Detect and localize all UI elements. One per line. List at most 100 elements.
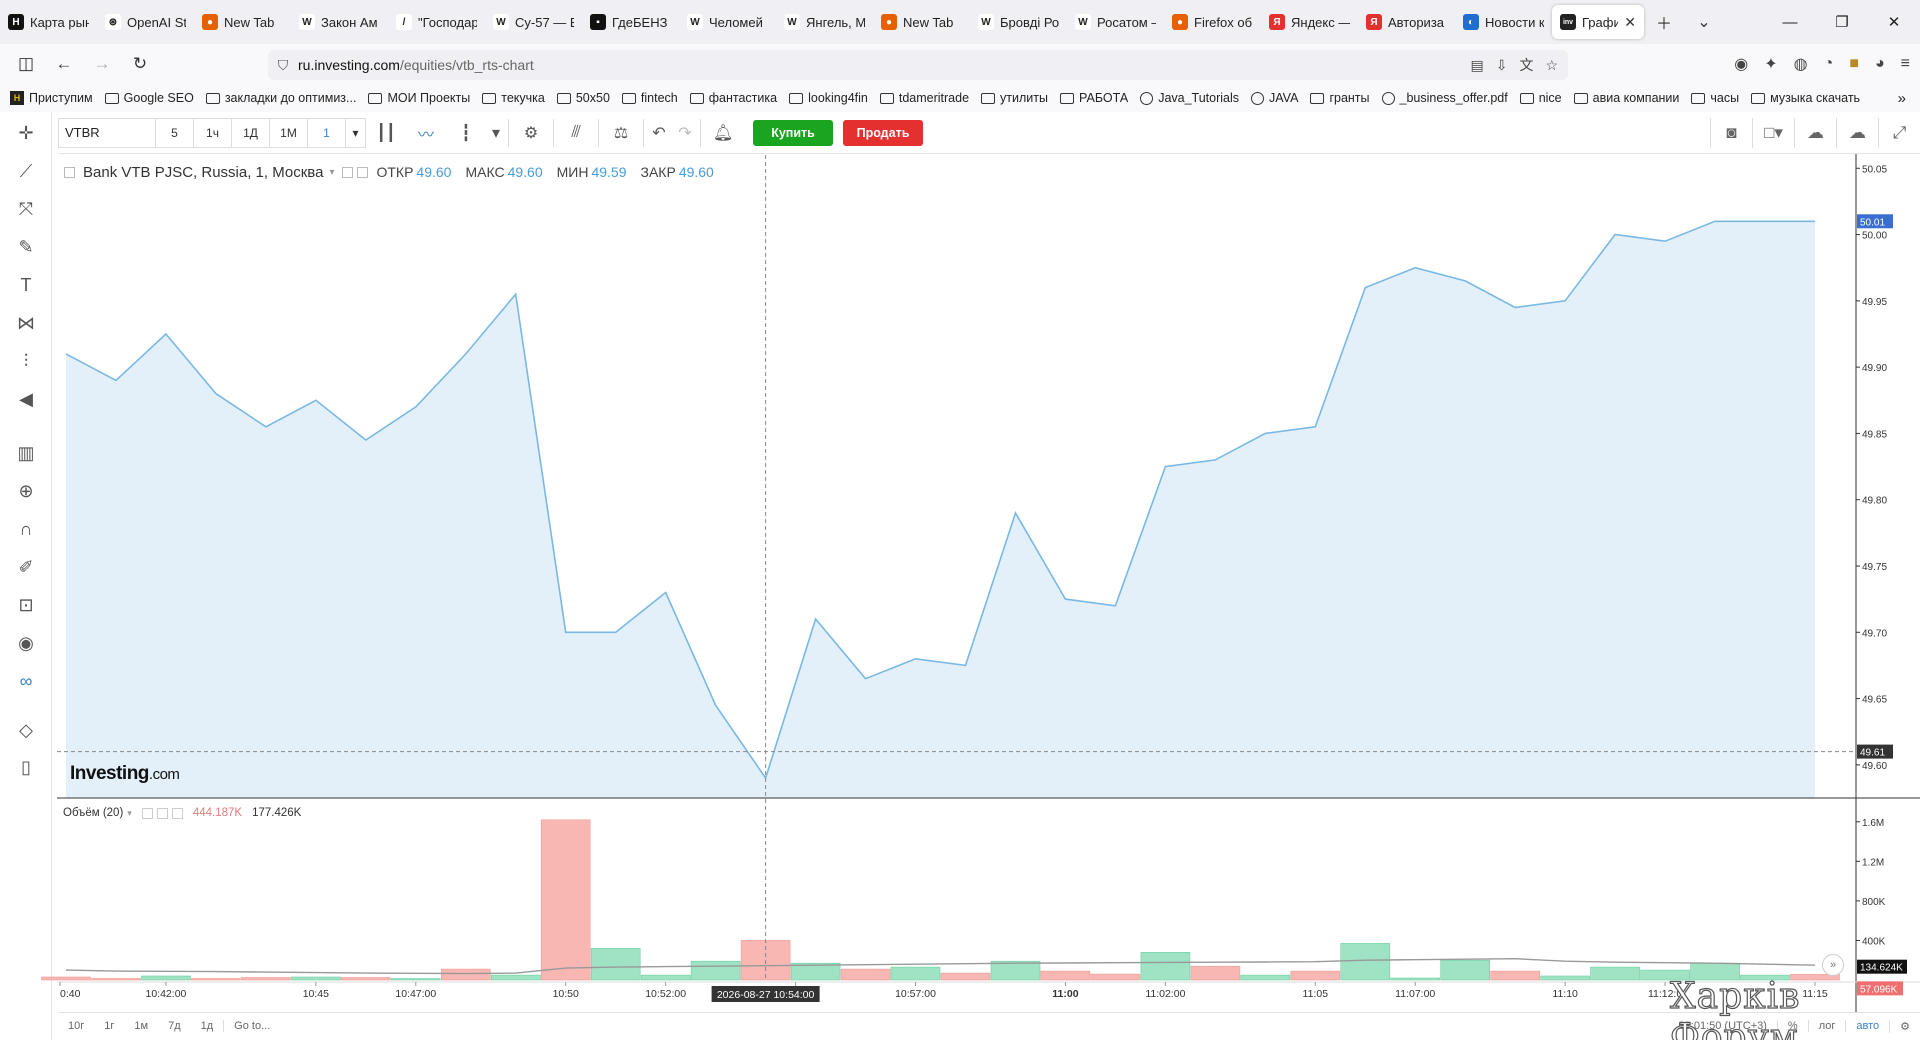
legend-hide-icon[interactable] xyxy=(357,166,369,178)
bookmark-item[interactable]: tdameritrade xyxy=(879,91,969,105)
bookmark-item[interactable]: looking4fin xyxy=(789,91,868,105)
browser-tab[interactable]: ⊛ OpenAI St xyxy=(97,5,194,39)
volume-value-1: 444.187K xyxy=(192,807,243,819)
volume-close-icon[interactable] xyxy=(171,807,183,819)
bookmark-item[interactable]: текучка xyxy=(482,91,545,105)
bookmark-star-icon[interactable]: ☆ xyxy=(1545,57,1558,74)
browser-tab[interactable]: ◐ Новости к xyxy=(1455,5,1552,39)
time-tick-label: 11:10 xyxy=(1552,988,1578,1000)
browser-tab[interactable]: ● New Tab xyxy=(194,5,291,39)
globe-icon xyxy=(1251,91,1265,105)
volume-settings-icon[interactable] xyxy=(156,807,168,819)
tab-label: Челомей xyxy=(709,14,763,30)
bookmark-item[interactable]: РАБОТА xyxy=(1060,91,1128,105)
account-icon[interactable]: ◉ xyxy=(1734,54,1748,74)
tab-favicon-icon: W xyxy=(493,14,509,30)
restore-icon[interactable]: ❐ xyxy=(1816,0,1868,44)
bookmark-item[interactable]: фантастика xyxy=(689,91,777,105)
collapse-legend-icon[interactable] xyxy=(64,166,75,178)
crosshair-volume-label: 134.624K xyxy=(1860,963,1903,974)
browser-tab[interactable]: W Челомей xyxy=(679,5,776,39)
volume-tick-label: 800K xyxy=(1862,897,1886,908)
bookmark-item[interactable]: 50x50 xyxy=(556,91,610,105)
volume-eye-icon[interactable] xyxy=(141,807,153,819)
bookmark-item[interactable]: утилиты xyxy=(981,91,1048,105)
extension-pie-icon[interactable]: ◔ xyxy=(1824,55,1834,73)
app-icon: H xyxy=(10,91,24,105)
bookmark-item[interactable]: _business_offer.pdf xyxy=(1381,91,1508,105)
bookmark-label: РАБОТА xyxy=(1079,91,1129,105)
extension-round-icon[interactable]: ◕ xyxy=(1875,55,1885,73)
browser-tab[interactable]: W Росатом – xyxy=(1067,5,1164,39)
volume-bar xyxy=(1290,970,1341,981)
extension-box-icon[interactable]: ■ xyxy=(1849,55,1859,73)
time-tick-label: 10:45 xyxy=(303,988,329,1000)
range-button[interactable]: 7д xyxy=(158,1020,191,1032)
more-bookmarks-chevron-icon[interactable]: » xyxy=(1898,90,1906,107)
tab-favicon-icon: ◐ xyxy=(1463,14,1479,30)
goto-button[interactable]: Go to... xyxy=(223,1019,280,1032)
bookmark-item[interactable]: Java_Tutorials xyxy=(1140,91,1239,105)
close-window-icon[interactable]: ✕ xyxy=(1868,0,1920,44)
bookmark-item[interactable]: музыка скачать xyxy=(1751,91,1860,105)
high-label: МАКС xyxy=(465,164,505,180)
active-tab[interactable]: inv График ✕ xyxy=(1552,5,1644,39)
volume-dropdown-icon[interactable]: ▾ xyxy=(127,808,132,819)
browser-tab[interactable]: Я Авториза xyxy=(1358,5,1455,39)
bookmark-item[interactable]: H Приступим xyxy=(10,91,93,105)
address-bar[interactable]: ⛉ ru.investing.com/equities/vtb_rts-char… xyxy=(268,50,1568,80)
legend-settings-icon[interactable] xyxy=(342,166,354,178)
browser-tab[interactable]: Я Яндекс — xyxy=(1261,5,1358,39)
address-bar-actions: ▤ ⇩ 文 ☆ xyxy=(1470,50,1558,80)
time-tick-label: 10:47:00 xyxy=(395,988,436,1000)
save-page-icon[interactable]: ⇩ xyxy=(1496,57,1508,74)
extensions-icon[interactable]: ✦ xyxy=(1764,54,1777,74)
bookmark-item[interactable]: закладки до оптимиз... xyxy=(205,91,356,105)
bookmark-item[interactable]: nice xyxy=(1519,91,1562,105)
bookmark-item[interactable]: JAVA xyxy=(1251,91,1298,105)
minimize-icon[interactable]: — xyxy=(1764,0,1816,44)
sidebar-toggle-icon[interactable]: ◫ xyxy=(8,48,44,80)
bookmark-item[interactable]: часы xyxy=(1691,91,1739,105)
reader-view-icon[interactable]: ▤ xyxy=(1470,57,1483,74)
browser-tab[interactable]: W Бровді Ро xyxy=(970,5,1067,39)
volume-bar xyxy=(1590,966,1640,981)
active-tab-label: График xyxy=(1582,14,1619,30)
bookmark-item[interactable]: Google SEO xyxy=(104,91,194,105)
new-tab-button[interactable]: ＋ xyxy=(1644,5,1684,39)
tab-label: Росатом – xyxy=(1097,14,1156,30)
range-button[interactable]: 1д xyxy=(191,1020,224,1032)
back-arrow-icon[interactable]: ← xyxy=(46,48,82,80)
browser-tab[interactable]: W Янгель, М xyxy=(776,5,873,39)
translate-icon[interactable]: 文 xyxy=(1519,55,1533,75)
reload-icon[interactable]: ↻ xyxy=(122,48,158,80)
range-button[interactable]: 1м xyxy=(124,1020,158,1032)
bookmark-item[interactable]: авиа компании xyxy=(1573,91,1679,105)
bookmark-item[interactable]: МОИ Проекты xyxy=(368,91,470,105)
range-button[interactable]: 10г xyxy=(58,1020,94,1032)
price-chart[interactable]: 50.05 50.00 49.95 49.90 49.85 49.80 49.75 49.70… xyxy=(0,112,1920,1040)
forward-arrow-icon[interactable]: → xyxy=(84,48,120,80)
tab-favicon-icon: W xyxy=(687,14,703,30)
menu-icon[interactable]: ≡ xyxy=(1901,55,1910,73)
bookmark-item[interactable]: гранты xyxy=(1310,91,1370,105)
browser-tab[interactable]: W Закон Ам xyxy=(291,5,388,39)
site-info-icon[interactable]: ⛉ xyxy=(268,57,298,74)
legend-dropdown-icon[interactable]: ▾ xyxy=(329,167,334,178)
browser-tab[interactable]: / "Господар xyxy=(388,5,485,39)
browser-tab[interactable]: W Су-57 — В xyxy=(485,5,582,39)
browser-tab[interactable]: H Карта рын xyxy=(0,5,97,39)
extension-leaf-icon[interactable]: ◍ xyxy=(1794,54,1808,74)
volume-bar xyxy=(390,978,441,981)
browser-tab[interactable]: ▪ ГдеБЕНЗ - xyxy=(582,5,679,39)
bookmark-label: утилиты xyxy=(1000,91,1048,105)
browser-tab[interactable]: ● Firefox об xyxy=(1164,5,1261,39)
bookmark-item[interactable]: fintech xyxy=(621,91,678,105)
close-tab-icon[interactable]: ✕ xyxy=(1624,14,1636,31)
range-button[interactable]: 1г xyxy=(94,1020,124,1032)
folder-icon xyxy=(556,92,571,104)
price-tick-label: 49.90 xyxy=(1862,363,1887,374)
tab-list-chevron-icon[interactable]: ⌄ xyxy=(1684,5,1724,39)
scroll-to-latest-icon[interactable]: » xyxy=(1822,954,1844,976)
browser-tab[interactable]: ● New Tab xyxy=(873,5,970,39)
